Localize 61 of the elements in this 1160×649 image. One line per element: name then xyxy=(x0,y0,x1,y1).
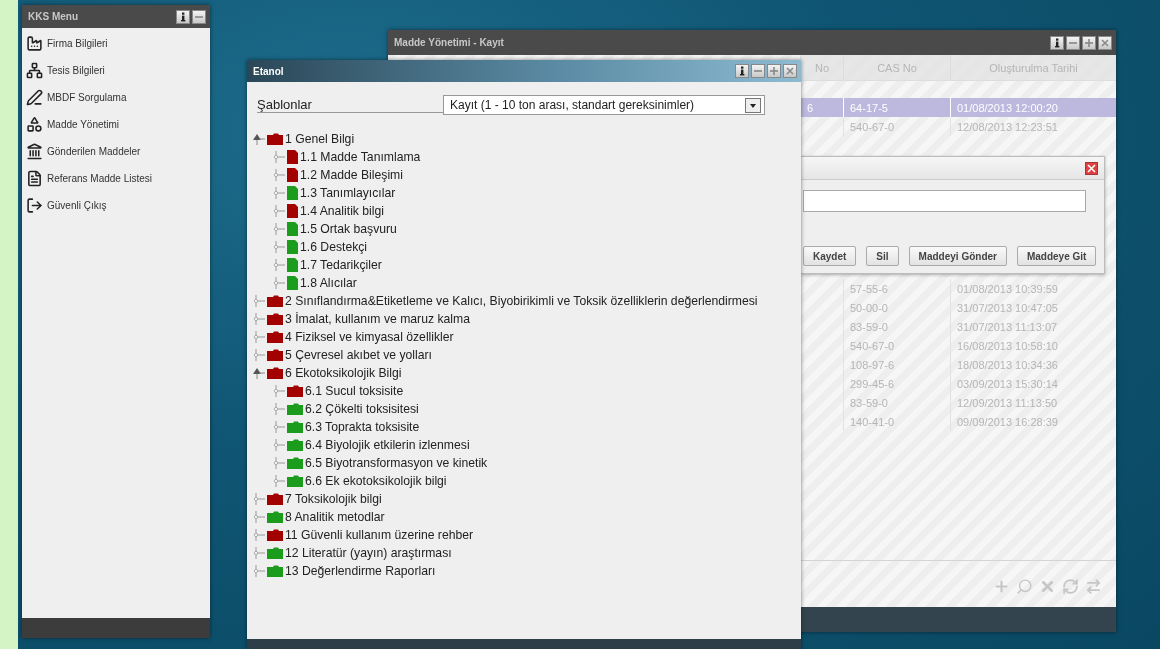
table-cell: 01/08/2013 10:39:59 xyxy=(950,279,1116,298)
tree-item[interactable]: 6.1 Sucul toksisite xyxy=(305,384,404,398)
tree-item[interactable]: 1.3 Tanımlayıcılar xyxy=(300,186,396,200)
menu-item[interactable]: Güvenli Çıkış xyxy=(47,199,107,211)
tree-item[interactable]: 13 Değerlendirme Raporları xyxy=(285,564,436,578)
table-cell: 299-45-6 xyxy=(843,374,950,393)
menu-item[interactable]: Firma Bilgileri xyxy=(47,37,108,49)
tree-item[interactable]: 5 Çevresel akıbet ve yolları xyxy=(285,348,432,362)
tree-item[interactable]: 1 Genel Bilgi xyxy=(285,132,355,146)
menu-item[interactable]: Tesis Bilgileri xyxy=(47,64,105,76)
tree-item[interactable]: 11 Güvenli kullanım üzerine rehber xyxy=(285,528,474,542)
tree-item[interactable]: 6.6 Ek ekotoksikolojik bilgi xyxy=(305,474,447,488)
tree-item[interactable]: 7 Toksikolojik bilgi xyxy=(285,492,382,506)
template-dropdown[interactable]: Kayıt (1 - 10 ton arası, standart gereksinimler) xyxy=(443,95,765,115)
table-cell: 18/08/2013 10:34:36 xyxy=(950,355,1116,374)
dialog-button[interactable]: Maddeyi Gönder xyxy=(908,246,1007,266)
table-cell: 50-00-0 xyxy=(843,298,950,317)
table-cell: 12/09/2013 11:13:50 xyxy=(950,393,1116,412)
table-cell: 12/08/2013 12:23:51 xyxy=(950,117,1116,136)
table-cell: 83-59-0 xyxy=(843,393,950,412)
table-cell: 83-59-0 xyxy=(843,317,950,336)
dialog-button[interactable]: Maddeye Git xyxy=(1016,246,1097,266)
menu-item[interactable]: Referans Madde Listesi xyxy=(47,172,153,184)
field-label: Şablonlar xyxy=(257,97,443,113)
table-cell: 140-41-0 xyxy=(843,412,950,431)
menu-item[interactable]: Gönderilen Maddeler xyxy=(47,145,141,157)
table-cell: 31/07/2013 11:13:07 xyxy=(950,317,1116,336)
table-cell: 03/09/2013 15:30:14 xyxy=(950,374,1116,393)
tree-item[interactable]: 6.4 Biyolojik etkilerin izlenmesi xyxy=(305,438,470,452)
table-cell: 64-17-5 xyxy=(843,98,950,117)
table-cell: 31/07/2013 10:47:05 xyxy=(950,298,1116,317)
table-cell: 540-67-0 xyxy=(843,336,950,355)
menu-item[interactable]: MBDF Sorgulama xyxy=(47,91,127,103)
tree-item[interactable]: 1.5 Ortak başvuru xyxy=(300,222,397,236)
window-title: Madde Yönetimi - Kayıt xyxy=(394,37,504,48)
tree-item[interactable]: 1.6 Destekçi xyxy=(300,240,368,254)
menu-item[interactable]: Madde Yönetimi xyxy=(47,118,120,130)
tree-item[interactable]: 12 Literatür (yayın) araştırması xyxy=(285,546,452,560)
table-cell: 09/09/2013 16:28:39 xyxy=(950,412,1116,431)
dialog-button[interactable]: Sil xyxy=(866,246,899,266)
tree-item[interactable]: 6.5 Biyotransformasyon ve kinetik xyxy=(305,456,488,470)
window-title: Etanol xyxy=(253,65,284,77)
table-cell: 57-55-6 xyxy=(843,279,950,298)
table-cell: 01/08/2013 12:00:20 xyxy=(950,98,1116,117)
tree-item[interactable]: 1.8 Alıcılar xyxy=(300,276,357,290)
table-cell: 540-67-0 xyxy=(843,117,950,136)
dialog-button[interactable]: Kaydet xyxy=(803,246,857,266)
tree-item[interactable]: 2 Sınıflandırma&Etiketleme ve Kalıcı, Biyobirikimli ve Toksik özelliklerin değerlendirmesi xyxy=(285,294,758,308)
table-cell: 16/08/2013 10:58:10 xyxy=(950,336,1116,355)
table-cell: 108-97-6 xyxy=(843,355,950,374)
tree-item[interactable]: 6.3 Toprakta toksisite xyxy=(305,420,420,434)
tree-item[interactable]: 1.4 Analitik bilgi xyxy=(300,204,384,218)
tree-item[interactable]: 4 Fiziksel ve kimyasal özellikler xyxy=(285,330,454,344)
tree-item[interactable]: 3 İmalat, kullanım ve maruz kalma xyxy=(285,312,470,326)
window-title: KKS Menu xyxy=(28,11,78,22)
tree-item[interactable]: 6.2 Çökelti toksisitesi xyxy=(305,402,419,416)
tree-item[interactable]: 6 Ekotoksikolojik Bilgi xyxy=(285,366,402,380)
tree-item[interactable]: 1.7 Tedarikçiler xyxy=(300,258,382,272)
tree-item[interactable]: 8 Analitik metodlar xyxy=(285,510,385,524)
tree-item[interactable]: 1.1 Madde Tanımlama xyxy=(300,150,421,164)
tree-item[interactable]: 1.2 Madde Bileşimi xyxy=(300,168,403,182)
